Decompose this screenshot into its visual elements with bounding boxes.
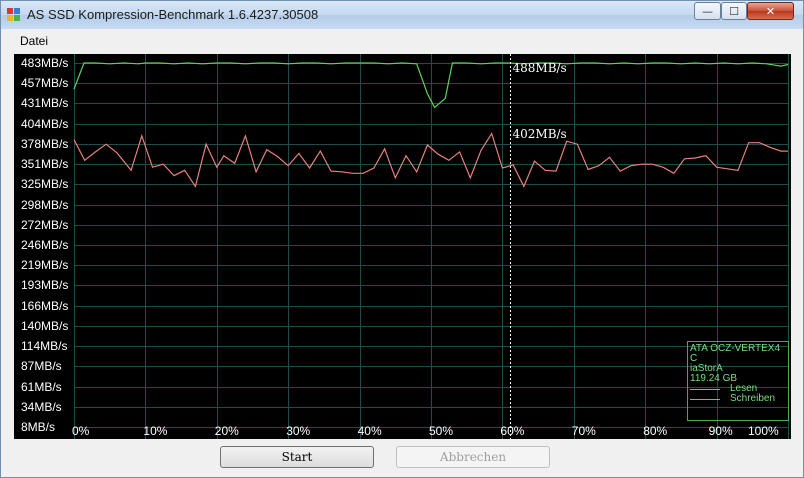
y-tick-label: 246MB/s bbox=[21, 238, 69, 252]
benchmark-window: AS SSD Kompression-Benchmark 1.6.4237.30… bbox=[0, 0, 804, 478]
x-tick-label: 10% bbox=[143, 424, 168, 438]
x-tick-label: 20% bbox=[214, 424, 239, 438]
y-tick-label: 8MB/s bbox=[21, 420, 56, 434]
maximize-button[interactable]: ☐ bbox=[721, 2, 747, 20]
x-tick-label: 60% bbox=[500, 424, 525, 438]
y-tick-label: 457MB/s bbox=[21, 76, 69, 91]
legend-swatch-schreiben bbox=[690, 398, 720, 400]
y-tick-label: 219MB/s bbox=[21, 258, 69, 273]
close-button[interactable]: ✕ bbox=[747, 2, 794, 20]
benchmark-chart: 483MB/s 457MB/s 431MB/s 404MB/s 378MB/s 351MB… bbox=[14, 54, 791, 439]
x-tick-label: 100% bbox=[748, 424, 779, 438]
y-tick-label: 325MB/s bbox=[21, 177, 69, 192]
x-tick-label: 30% bbox=[286, 424, 311, 438]
x-tick-label: 70% bbox=[571, 424, 596, 438]
x-tick-label: 80% bbox=[643, 424, 668, 438]
x-tick-label: 50% bbox=[429, 424, 454, 438]
x-tick-label: 40% bbox=[357, 424, 382, 438]
chart-legend: ATA OCZ-VERTEX4 C iaStorA 119.24 GB Lese… bbox=[687, 341, 789, 421]
y-tick-label: 378MB/s bbox=[21, 136, 69, 151]
title-bar[interactable]: AS SSD Kompression-Benchmark 1.6.4237.30… bbox=[1, 1, 803, 29]
y-tick-label: 483MB/s bbox=[21, 56, 69, 70]
y-tick-label: 114MB/s bbox=[21, 339, 68, 354]
x-tick-label: 90% bbox=[708, 424, 733, 438]
x-tick-label: 0% bbox=[72, 424, 90, 438]
window-title: AS SSD Kompression-Benchmark 1.6.4237.30… bbox=[27, 7, 319, 22]
y-tick-label: 193MB/s bbox=[21, 278, 69, 293]
legend-label-schreiben: Schreiben bbox=[730, 393, 776, 404]
y-tick-label: 87MB/s bbox=[21, 359, 62, 374]
minimize-button[interactable]: — bbox=[694, 2, 721, 20]
y-tick-label: 351MB/s bbox=[21, 157, 69, 172]
y-tick-label: 272MB/s bbox=[21, 217, 69, 232]
y-tick-label: 404MB/s bbox=[21, 116, 69, 131]
cancel-button[interactable]: Abbrechen bbox=[396, 446, 550, 468]
start-button[interactable]: Start bbox=[220, 446, 374, 468]
menu-datei[interactable]: Datei bbox=[20, 34, 48, 48]
write-marker-label: 402MB/s bbox=[512, 126, 567, 141]
legend-device: ATA OCZ-VERTEX4 bbox=[690, 343, 781, 354]
legend-swatch-lesen bbox=[690, 388, 720, 390]
read-marker-label: 488MB/s bbox=[512, 61, 567, 75]
y-tick-label: 34MB/s bbox=[21, 399, 62, 414]
y-tick-label: 298MB/s bbox=[21, 197, 69, 212]
y-tick-label: 166MB/s bbox=[21, 298, 69, 313]
legend-entry-schreiben: Schreiben bbox=[690, 394, 788, 404]
y-tick-label: 431MB/s bbox=[21, 96, 69, 111]
y-tick-label: 140MB/s bbox=[21, 318, 69, 333]
chart-plot bbox=[73, 54, 789, 439]
y-tick-label: 61MB/s bbox=[21, 379, 62, 394]
menu-bar: Datei bbox=[2, 29, 802, 51]
app-icon bbox=[7, 8, 21, 22]
